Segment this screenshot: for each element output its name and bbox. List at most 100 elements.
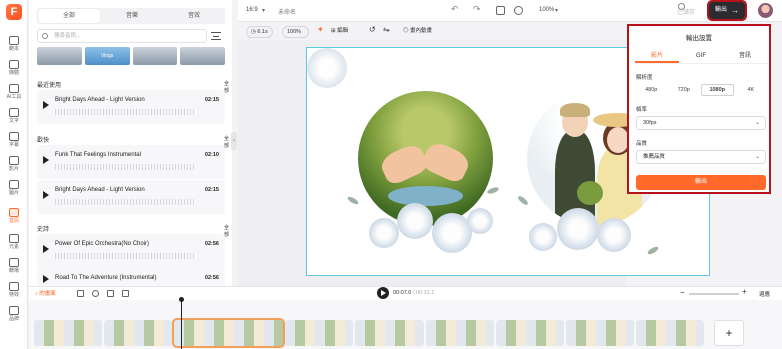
video-icon <box>9 156 19 165</box>
export-button[interactable]: 輸出 → <box>707 0 747 21</box>
play-icon[interactable] <box>43 191 49 199</box>
track-item[interactable]: Bright Days Ahead - Light Version 02:15 <box>37 90 225 124</box>
play-icon[interactable] <box>43 245 49 253</box>
export-format-tabs: 影片 GIF 音訊 <box>635 50 767 64</box>
aspect-ratio-select[interactable]: 16:9 <box>246 7 258 13</box>
section-title: 最近使用 <box>37 83 62 89</box>
zoom-in-icon[interactable]: + <box>742 287 747 296</box>
rail-video[interactable]: 影片 <box>0 154 28 178</box>
project-name[interactable]: 未命名 <box>278 7 296 16</box>
animation-button[interactable]: ◎ 畫內動畫 <box>403 26 432 38</box>
track-item[interactable]: Power Of Epic Orchestra(No Choir) 02:56 <box>37 234 225 268</box>
add-clip-button[interactable]: + <box>714 320 744 346</box>
track-item[interactable]: Bright Days Ahead - Light Version 02:15 <box>37 180 225 214</box>
category-thumb[interactable] <box>180 47 225 65</box>
track-item[interactable]: Funk That Feelings Instrumental 02:10 <box>37 145 225 179</box>
app-logo[interactable]: F <box>6 4 22 20</box>
avatar[interactable] <box>758 3 773 18</box>
zoom-slider-knob[interactable] <box>678 3 685 10</box>
clip-track <box>34 318 704 348</box>
music-badge[interactable]: ♪ 的畫面 <box>35 289 56 297</box>
rail-subtitle[interactable]: 字幕 <box>0 130 28 154</box>
screenshot-icon[interactable] <box>496 6 505 15</box>
timeline-zoom-slider[interactable] <box>689 293 739 295</box>
timeline-clip[interactable] <box>285 320 354 346</box>
zoom-out-icon[interactable]: − <box>680 288 685 297</box>
tab-all[interactable]: 全部 <box>38 9 100 23</box>
timeline-clip[interactable] <box>34 320 103 346</box>
resolution-label: 解析度 <box>636 75 653 81</box>
delete-icon[interactable] <box>122 290 129 297</box>
timeline-clip[interactable] <box>425 320 494 346</box>
tab-audio[interactable]: 音訊 <box>723 50 767 63</box>
resolution-4k[interactable]: 4K <box>736 84 767 96</box>
filter-icon[interactable] <box>211 32 221 40</box>
category-thumb[interactable] <box>37 47 82 65</box>
rail-image[interactable]: 圖片 <box>0 178 28 202</box>
export-settings-dialog: 輸出設置 影片 GIF 音訊 解析度 480p 720p 1080p 4K 幀率… <box>627 24 771 194</box>
play-icon[interactable] <box>43 156 49 164</box>
waveform <box>55 109 195 115</box>
tab-gif[interactable]: GIF <box>679 50 723 63</box>
category-thumb-vlogs[interactable]: Vlogs <box>84 47 130 65</box>
resolution-480p[interactable]: 480p <box>636 84 667 96</box>
rail-media[interactable]: 媒體 <box>0 58 28 82</box>
undo-icon[interactable]: ↶ <box>451 4 459 15</box>
resolution-720p[interactable]: 720p <box>669 84 700 96</box>
rail-transition[interactable]: 轉場 <box>0 256 28 280</box>
rotate-icon[interactable]: ↺ <box>369 25 376 37</box>
play-icon[interactable] <box>43 101 49 109</box>
timeline-clip[interactable] <box>635 320 704 346</box>
duration-control[interactable]: ◷ 6.1s <box>246 26 273 38</box>
fps-select[interactable]: 30fps ⌄ <box>636 116 766 130</box>
timeline-clip[interactable] <box>355 320 424 346</box>
panel-collapse-handle[interactable]: ‹ <box>231 132 237 150</box>
timeline-clip-selected[interactable] <box>172 318 286 348</box>
play-button[interactable] <box>377 287 389 299</box>
tab-music[interactable]: 音樂 <box>101 8 163 24</box>
dialog-title: 輸出設置 <box>686 35 712 42</box>
timeline-clip[interactable] <box>495 320 564 346</box>
edit-button[interactable]: ⊞ 編輯 <box>331 26 348 38</box>
rail-template[interactable]: 範本 <box>0 34 28 58</box>
playhead[interactable] <box>179 297 184 349</box>
resolution-1080p[interactable]: 1080p <box>701 84 734 96</box>
fps-label: 幀率 <box>636 107 648 113</box>
rail-elements[interactable]: 元素 <box>0 232 28 256</box>
tab-video[interactable]: 影片 <box>635 50 679 63</box>
confirm-export-button[interactable]: 輸出 <box>636 175 766 190</box>
timeline-clip[interactable] <box>104 320 173 346</box>
chevron-down-icon: ⌄ <box>754 120 760 126</box>
duplicate-icon[interactable] <box>107 290 114 297</box>
waveform <box>55 199 195 205</box>
tool-rail: F 範本 媒體 AI工具 文字 字幕 影片 圖片 音訊 元素 轉場 特效 品牌 <box>0 0 28 349</box>
timeline-clip[interactable] <box>565 320 634 346</box>
ai-magic-icon[interactable]: ✦ <box>317 25 324 37</box>
effects-icon <box>9 282 19 291</box>
flip-icon[interactable]: ⇋ <box>383 25 390 37</box>
scale-select[interactable]: 100% ▾ <box>282 26 309 45</box>
rail-brand[interactable]: 品牌 <box>0 304 28 328</box>
rail-text[interactable]: 文字 <box>0 106 28 130</box>
animation-icon: ◎ <box>403 28 411 34</box>
resolution-options: 480p 720p 1080p 4K <box>636 84 766 96</box>
elements-icon <box>9 234 19 243</box>
fit-button[interactable]: 適應 <box>759 290 770 298</box>
brand-icon <box>9 306 19 315</box>
split-icon[interactable] <box>92 290 99 297</box>
tab-sound-effects[interactable]: 音效 <box>163 8 225 24</box>
rail-effects[interactable]: 特效 <box>0 280 28 304</box>
help-icon[interactable] <box>514 6 523 15</box>
redo-icon[interactable]: ↷ <box>473 4 481 15</box>
add-icon[interactable] <box>77 290 84 297</box>
category-thumb[interactable] <box>132 47 178 65</box>
play-icon[interactable] <box>43 275 49 283</box>
audio-search-input[interactable]: 搜尋音訊... <box>37 29 207 43</box>
transition-icon <box>9 258 19 267</box>
rail-audio[interactable]: 音訊 <box>0 206 28 230</box>
top-bar <box>238 0 782 22</box>
zoom-select[interactable]: 100% <box>539 7 554 13</box>
rail-ai-tools[interactable]: AI工具 <box>0 82 28 106</box>
quality-select[interactable]: 推薦品質 ⌄ <box>636 150 766 164</box>
waveform <box>55 253 195 259</box>
